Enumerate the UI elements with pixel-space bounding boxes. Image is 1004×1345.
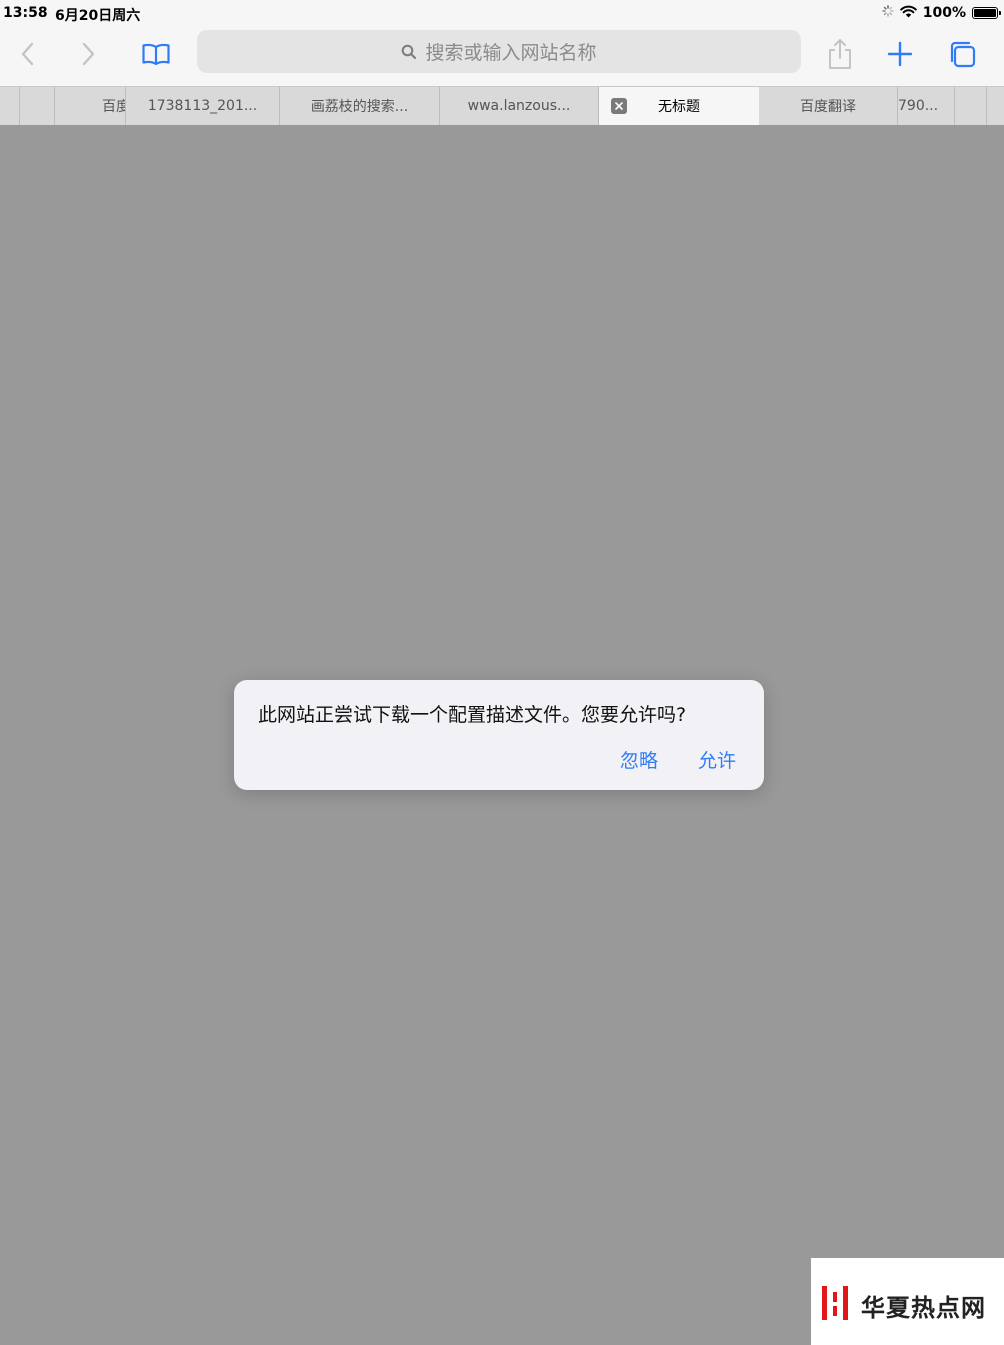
alert-message: 此网站正尝试下载一个配置描述文件。您要允许吗? (258, 704, 687, 726)
search-icon (402, 44, 417, 59)
status-time: 13:58 (3, 5, 48, 21)
tab-overflow-right-1[interactable] (955, 87, 987, 125)
tab-overflow-left-2[interactable] (20, 87, 55, 125)
status-bar: 13:58 6月20日周六 100% (0, 0, 1004, 26)
status-indicators: 100% (882, 4, 1001, 22)
tab-strip: 百度 1738113_201... 画荔枝的搜索... wwa.lanzous.… (0, 86, 1004, 125)
tab-baidu-translate[interactable]: 百度翻译 (759, 87, 898, 125)
tab-790[interactable]: 790... (898, 87, 955, 125)
chevron-right-icon (82, 42, 95, 66)
activity-spinner-icon (882, 5, 894, 21)
plus-icon (887, 41, 913, 67)
browser-chrome: 13:58 6月20日周六 100% 搜索或输入网站名称 百 1738113_2… (0, 0, 1004, 125)
wifi-icon (899, 5, 917, 22)
tab-label: 790... (898, 98, 939, 114)
share-icon (829, 39, 851, 69)
back-button[interactable] (8, 34, 48, 74)
browser-toolbar: 搜索或输入网站名称 (0, 26, 1004, 84)
allow-button[interactable]: 允许 (698, 746, 736, 773)
bookmarks-button[interactable] (136, 34, 176, 74)
close-tab-icon[interactable] (611, 98, 627, 114)
battery-icon (972, 7, 1001, 19)
tab-untitled-active[interactable]: 无标题 (599, 87, 759, 125)
watermark-logo-icon (822, 1286, 848, 1320)
tab-label: 百度翻译 (800, 99, 856, 115)
tab-label: 无标题 (658, 99, 700, 115)
watermark: 华夏热点网 (811, 1258, 1004, 1345)
battery-percent: 100% (922, 5, 966, 21)
tab-overflow-left-1[interactable] (0, 87, 20, 125)
tab-1738113[interactable]: 1738113_201... (126, 87, 280, 125)
address-placeholder: 搜索或输入网站名称 (425, 42, 597, 64)
tab-label: 百度 (102, 99, 125, 115)
tab-label: 画荔枝的搜索... (310, 99, 409, 115)
tab-label: wwa.lanzous... (467, 98, 571, 114)
tab-label: 1738113_201... (147, 98, 258, 114)
tab-overflow-right-2[interactable] (987, 87, 1004, 125)
tabs-icon (950, 41, 976, 68)
chevron-left-icon (21, 42, 34, 66)
status-date: 6月20日周六 (55, 8, 141, 24)
forward-button[interactable] (68, 34, 108, 74)
share-button[interactable] (820, 34, 860, 74)
tab-baidu[interactable]: 百度 (55, 87, 126, 125)
tab-lanzous[interactable]: wwa.lanzous... (440, 87, 599, 125)
tabs-overview-button[interactable] (942, 34, 982, 74)
profile-download-alert: 此网站正尝试下载一个配置描述文件。您要允许吗? 忽略 允许 (234, 680, 764, 790)
tab-lizhi-search[interactable]: 画荔枝的搜索... (280, 87, 440, 125)
new-tab-button[interactable] (880, 34, 920, 74)
ignore-button[interactable]: 忽略 (620, 746, 658, 773)
watermark-text: 华夏热点网 (861, 1293, 986, 1322)
address-bar[interactable]: 搜索或输入网站名称 (197, 30, 801, 73)
book-icon (142, 43, 170, 66)
battery-level (974, 9, 996, 17)
